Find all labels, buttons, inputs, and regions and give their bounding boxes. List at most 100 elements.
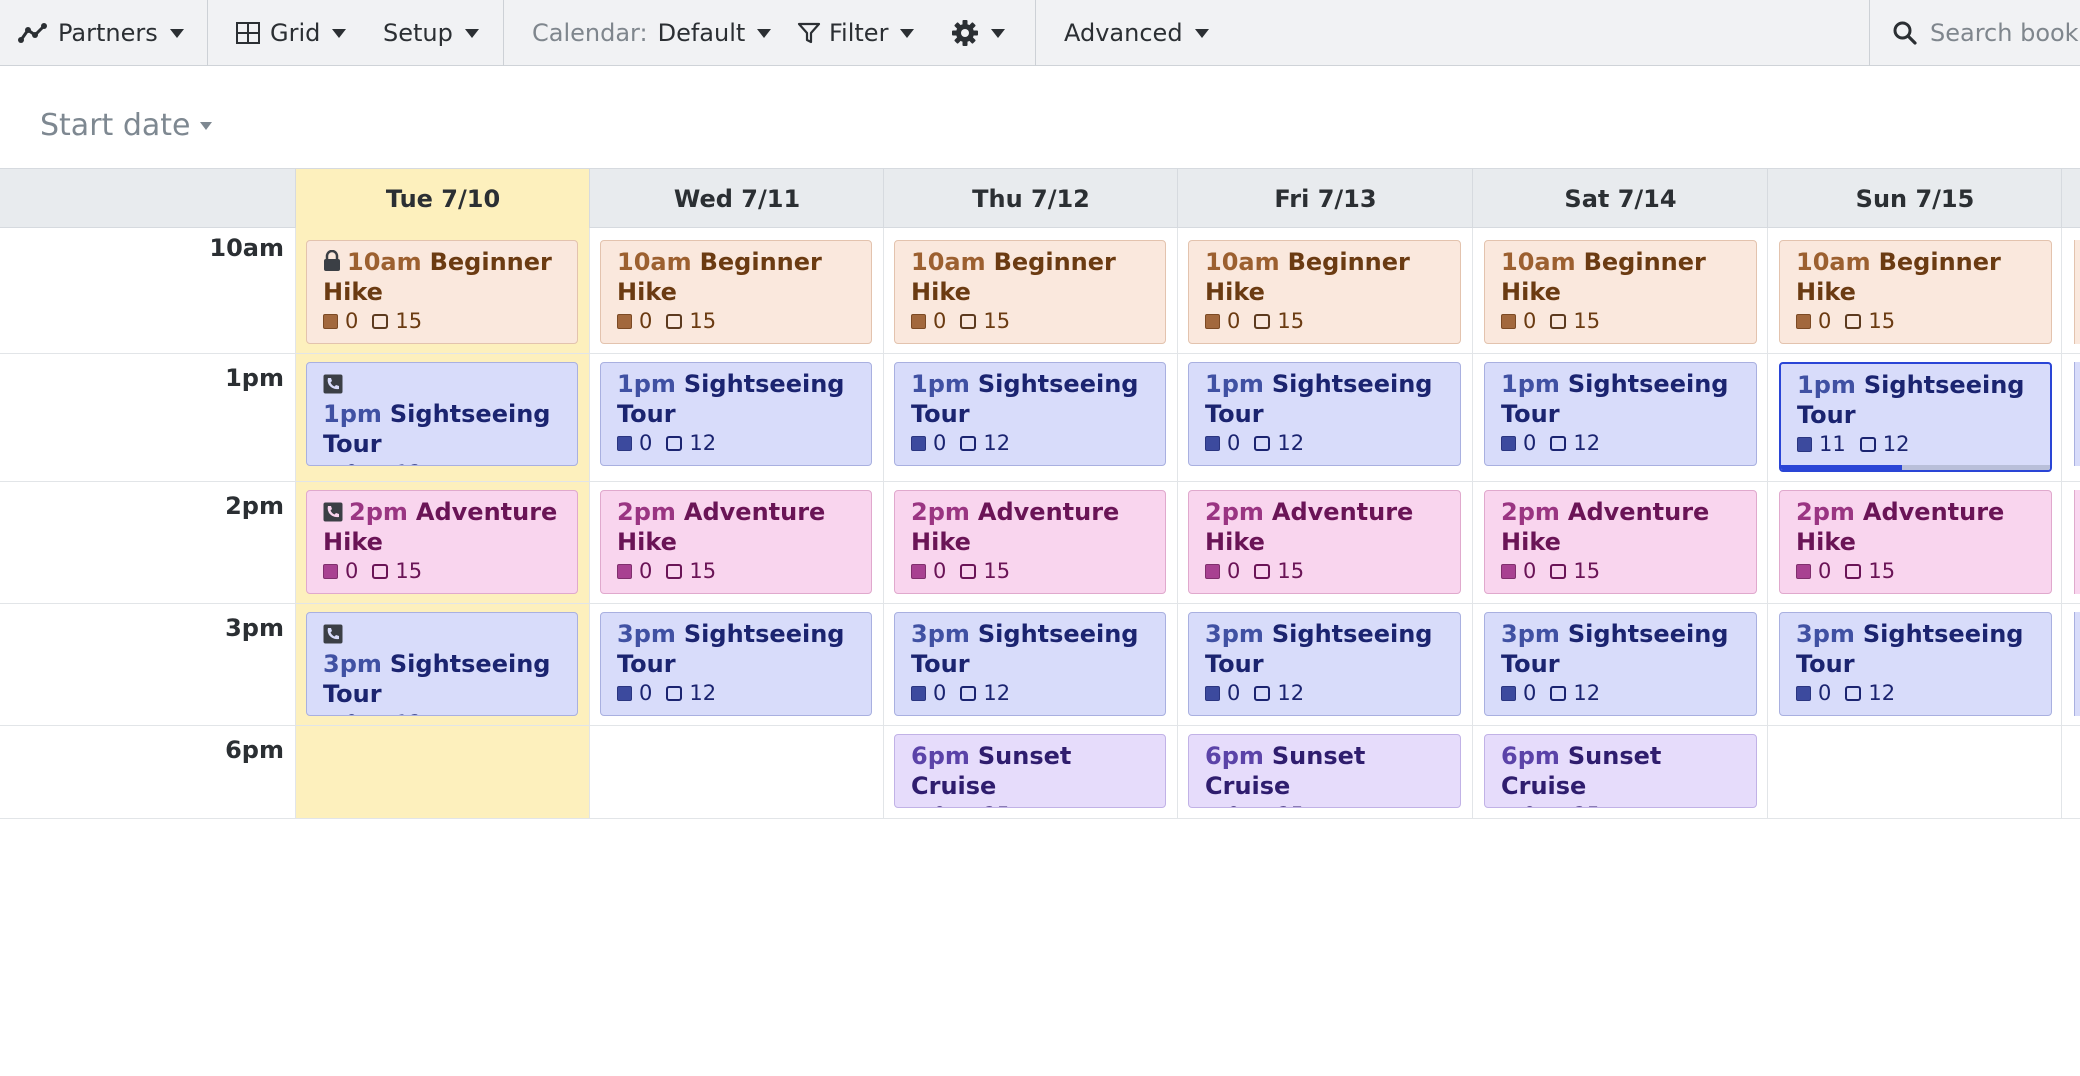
event-time: 2pm (1796, 498, 1855, 526)
event-card[interactable]: 2pm Adventure Hike 0 15 (894, 490, 1166, 594)
column-divider (295, 228, 296, 819)
event-card[interactable]: 10am Beginner Hike 0 15 (1188, 240, 1461, 344)
event-time: 6pm (911, 742, 970, 770)
event-card[interactable]: 2pm Adventure Hike 0 15 (1779, 490, 2052, 594)
toolbar-divider (207, 0, 208, 66)
event-card-partial[interactable] (2074, 612, 2080, 716)
event-card[interactable]: 1pmSightseeing Tour 012 (1188, 362, 1461, 466)
available-icon (372, 313, 389, 329)
booked-icon (617, 313, 632, 329)
event-time: 1pm (617, 370, 676, 398)
event-card[interactable]: 3pmSightseeing Tour 012 (306, 612, 578, 716)
booked-icon (1205, 808, 1220, 809)
event-card[interactable]: 10am Beginner Hike 0 15 (600, 240, 872, 344)
calendar-grid: Tue 7/10 Wed 7/11 Thu 7/12 Fri 7/13 Sat … (0, 168, 2080, 819)
capacity-count: 12 (689, 681, 717, 705)
event-time: 10am (911, 248, 986, 276)
event-card-selected[interactable]: 1pm Sightseeing Tour 11 12 (1779, 362, 2052, 472)
day-header[interactable]: Fri 7/13 (1177, 169, 1473, 228)
event-card[interactable]: 6pmSunset Cruise 025 (894, 734, 1166, 808)
event-card[interactable]: 1pmSightseeing Tour 012 (1484, 362, 1757, 466)
event-card[interactable]: 6pmSunset Cruise 025 (1484, 734, 1757, 808)
column-divider (1767, 228, 1768, 819)
booked-icon (911, 563, 926, 579)
event-card[interactable]: 1pmSightseeing Tour 012 (894, 362, 1166, 466)
capacity-count: 12 (1277, 431, 1305, 455)
filter-menu[interactable]: Filter (797, 0, 915, 66)
day-header[interactable]: Sun 7/15 (1767, 169, 2062, 228)
capacity-count: 15 (1868, 309, 1896, 333)
grid-view-menu[interactable]: Grid (236, 0, 347, 66)
event-time: 3pm (323, 650, 382, 678)
day-header[interactable]: Thu 7/12 (883, 169, 1178, 228)
column-divider (2061, 228, 2062, 819)
event-time: 3pm (617, 620, 676, 648)
event-card[interactable]: 2pm Adventure Hike 0 15 (1188, 490, 1461, 594)
capacity-count: 15 (1277, 559, 1305, 583)
chevron-down-icon (332, 28, 347, 38)
booked-icon (617, 563, 632, 579)
event-time: 1pm (1797, 371, 1856, 399)
booked-count: 0 (1523, 559, 1537, 583)
calendar-label: Calendar: (532, 19, 648, 47)
event-card[interactable]: 2pm Adventure Hike 0 15 (306, 490, 578, 594)
day-header[interactable]: Wed 7/11 (589, 169, 884, 228)
booked-count: 0 (933, 681, 947, 705)
event-card[interactable]: 10am Beginner Hike 0 15 (306, 240, 578, 344)
chevron-down-icon (1194, 28, 1209, 38)
event-card[interactable]: 3pmSightseeing Tour 012 (1779, 612, 2052, 716)
capacity-count: 12 (1573, 681, 1601, 705)
advanced-menu[interactable]: Advanced (1064, 0, 1209, 66)
capacity-count: 15 (1868, 559, 1896, 583)
capacity-count: 25 (1277, 801, 1304, 807)
booked-count: 0 (1227, 431, 1241, 455)
available-icon (666, 435, 683, 451)
gear-icon (952, 20, 978, 46)
booked-count: 0 (1818, 559, 1832, 583)
available-icon (1550, 563, 1567, 579)
capacity-count: 12 (983, 431, 1011, 455)
event-card[interactable]: 10am Beginner Hike 0 15 (1484, 240, 1757, 344)
booked-count: 0 (345, 309, 359, 333)
calendar-select[interactable]: Calendar: Default (532, 0, 772, 66)
event-card[interactable]: 2pm Adventure Hike 0 15 (1484, 490, 1757, 594)
event-card[interactable]: 3pmSightseeing Tour 012 (1188, 612, 1461, 716)
booked-count: 0 (345, 459, 358, 465)
capacity-count: 12 (1573, 431, 1601, 455)
event-card[interactable]: 10am Beginner Hike 0 15 (1779, 240, 2052, 344)
event-card[interactable]: 1pmSightseeing Tour 012 (600, 362, 872, 466)
row-divider (0, 481, 2080, 482)
event-card[interactable]: 10am Beginner Hike 0 15 (894, 240, 1166, 344)
capacity-count: 12 (1882, 432, 1910, 456)
start-date-selector[interactable]: Start date (40, 108, 213, 143)
event-card[interactable]: 2pm Adventure Hike 0 15 (600, 490, 872, 594)
event-time: 2pm (1205, 498, 1264, 526)
event-card-partial[interactable] (2074, 490, 2080, 594)
capacity-progress-bar (1781, 465, 1903, 470)
column-divider (883, 228, 884, 819)
phone-icon (323, 374, 343, 394)
settings-menu[interactable] (951, 0, 1005, 66)
event-card[interactable]: 6pmSunset Cruise 025 (1188, 734, 1461, 808)
event-card[interactable]: 3pmSightseeing Tour 012 (600, 612, 872, 716)
day-header[interactable]: Sat 7/14 (1472, 169, 1768, 228)
event-card-partial[interactable] (2074, 240, 2080, 344)
event-time: 3pm (1796, 620, 1855, 648)
event-card[interactable]: 3pmSightseeing Tour 012 (1484, 612, 1757, 716)
event-card[interactable]: 1pmSightseeing Tour 012 (306, 362, 578, 466)
event-card[interactable]: 3pmSightseeing Tour 012 (894, 612, 1166, 716)
partners-menu[interactable]: Partners (18, 0, 184, 66)
available-icon (960, 685, 977, 701)
booked-icon (617, 435, 632, 451)
booked-icon (323, 716, 338, 717)
day-header[interactable]: Tue 7/10 (295, 169, 590, 228)
grid-icon (236, 22, 260, 44)
available-icon (1845, 685, 1862, 701)
search-input[interactable] (1930, 19, 2080, 47)
booked-count: 0 (933, 309, 947, 333)
time-label: 3pm (225, 614, 284, 642)
event-card-partial[interactable] (2074, 362, 2080, 466)
available-icon (1550, 808, 1566, 809)
booked-icon (1205, 563, 1220, 579)
setup-menu[interactable]: Setup (383, 0, 479, 66)
